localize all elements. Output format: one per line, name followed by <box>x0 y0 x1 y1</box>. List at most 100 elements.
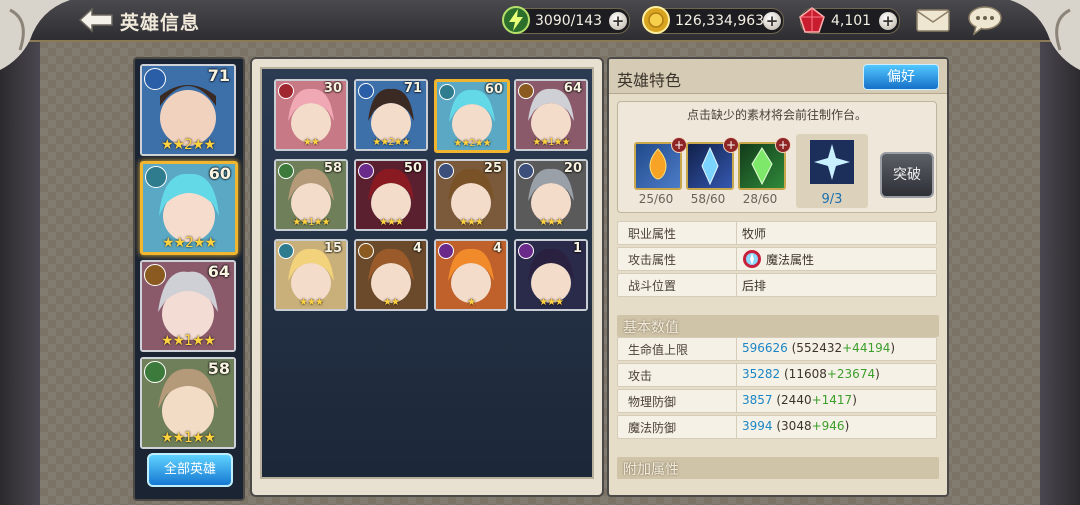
assassin-class-icon <box>438 243 454 259</box>
archer-class-icon <box>144 68 166 90</box>
limit-break-button[interactable]: 突破 <box>880 152 934 198</box>
stat-key: 攻击 <box>628 369 653 383</box>
hero-grid-card[interactable]: 50 ★★★ <box>354 159 428 231</box>
archer-class-icon <box>358 83 374 99</box>
attribute-value: 后排 <box>742 279 767 293</box>
corner-ornament-icon <box>0 0 70 70</box>
stat-base: (11608 <box>780 367 827 381</box>
nature-crystal-material[interactable]: + <box>738 137 791 190</box>
stat-total: 3994 <box>742 419 773 433</box>
ice-crystal-material[interactable]: + <box>686 137 739 190</box>
warrior-class-icon <box>144 264 166 286</box>
attribute-row: 攻击属性 魔法属性 <box>617 247 937 271</box>
hero-grid-card[interactable]: 64 ★★1★★ <box>514 79 588 151</box>
stat-row: 魔法防御 3994 (3048+946) <box>617 415 937 439</box>
attribute-row: 战斗位置 后排 <box>617 273 937 297</box>
hero-grid-card[interactable]: 25 ★★★ <box>434 159 508 231</box>
attribute-value: 魔法属性 <box>766 253 815 267</box>
add-material-button[interactable]: + <box>775 137 791 153</box>
hero-grid-card[interactable]: 1 ★★★ <box>514 239 588 311</box>
side-hero-card[interactable]: 64 ★★1★★ <box>140 260 236 352</box>
hero-grid-card[interactable]: 4 ★ <box>434 239 508 311</box>
support-class-icon <box>278 163 294 179</box>
stat-close: ) <box>844 419 850 433</box>
hero-grid-card-selected[interactable]: 60 ★★2★★ <box>434 79 510 153</box>
hero-stars: ★★★ <box>379 217 404 228</box>
hero-stars: ★★1★★ <box>292 217 330 228</box>
hammer-class-icon <box>278 83 294 99</box>
hero-level: 20 <box>563 161 582 176</box>
stat-bonus: +44194 <box>842 341 891 355</box>
lightning-icon <box>502 6 530 34</box>
hero-stars: ★★2★★ <box>453 138 491 149</box>
hero-grid-card[interactable]: 58 ★★1★★ <box>274 159 348 231</box>
side-hero-card[interactable]: 58 ★★1★★ <box>140 357 236 449</box>
hero-grid-card[interactable]: 20 ★★★ <box>514 159 588 231</box>
add-material-button[interactable]: + <box>723 137 739 153</box>
stat-row: 物理防御 3857 (2440+1417) <box>617 389 937 413</box>
stat-total: 35282 <box>742 367 781 381</box>
hero-stars: ★ <box>467 297 476 308</box>
hero-grid-card[interactable]: 30 ★★ <box>274 79 348 151</box>
stamina-counter: 3090/143 + <box>502 6 630 34</box>
detail-title: 英雄特色 <box>617 71 682 90</box>
hero-level: 64 <box>563 81 582 96</box>
material-count: 28/60 <box>742 192 778 206</box>
stat-key: 物理防御 <box>628 395 677 409</box>
stat-bonus: +23674 <box>826 367 876 381</box>
hero-grid-card[interactable]: 15 ★★★ <box>274 239 348 311</box>
detail-header: 英雄特色 偏好 <box>609 59 947 94</box>
fire-crystal-material[interactable]: + <box>634 137 687 190</box>
hero-stars: ★★2★★ <box>372 137 410 148</box>
hero-level: 60 <box>484 82 503 97</box>
hero-stars: ★★1★★ <box>160 430 216 446</box>
attribute-row: 职业属性 牧师 <box>617 221 937 245</box>
hero-side-list[interactable]: 71 ★★2★★ 60 ★★2★★ 64 ★★1★★ 58 ★★1★★ <box>133 57 245 501</box>
side-hero-card[interactable]: 71 ★★2★★ <box>140 64 236 156</box>
stat-key: 魔法防御 <box>628 421 677 435</box>
ruby-gem-icon <box>799 7 825 33</box>
side-hero-card-selected[interactable]: 60 ★★2★★ <box>140 161 238 255</box>
corner-ornament-icon <box>1010 0 1080 70</box>
attribute-key: 攻击属性 <box>628 253 677 267</box>
stat-base: (2440 <box>772 393 812 407</box>
add-material-button[interactable]: + <box>671 137 687 153</box>
hero-level: 71 <box>207 66 230 85</box>
extra-stats-section: 附加属性 <box>617 457 939 479</box>
hero-stars: ★★★ <box>539 217 564 228</box>
section-title: 基本数值 <box>623 320 679 336</box>
priest-class-icon <box>278 243 294 259</box>
preference-button[interactable]: 偏好 <box>863 64 939 90</box>
hero-grid-card[interactable]: 4 ★★ <box>354 239 428 311</box>
hero-grid[interactable]: 30 ★★ 71 ★★2★★ 60 ★★2★★ 64 ★★1★★ 58 ★★1★★ 50 ★★★ 25 ★… <box>260 67 594 479</box>
warrior-class-icon <box>358 243 374 259</box>
stat-key: 生命值上限 <box>628 343 689 357</box>
hero-level: 30 <box>323 81 342 96</box>
attribute-value: 牧师 <box>742 227 767 241</box>
support-class-icon <box>144 361 166 383</box>
tank-class-icon <box>518 163 534 179</box>
all-heroes-button[interactable]: 全部英雄 <box>147 453 233 487</box>
back-arrow-icon[interactable] <box>78 7 114 33</box>
stat-value: 3857 (2440+1417) <box>742 393 857 407</box>
stat-total: 596626 <box>742 341 788 355</box>
attribute-key: 职业属性 <box>628 227 677 241</box>
hero-level: 50 <box>403 161 422 176</box>
add-gems-button[interactable]: + <box>879 12 897 30</box>
stat-bonus: +1417 <box>811 393 853 407</box>
mail-icon[interactable] <box>914 4 952 36</box>
materials-box: 点击缺少的素材将会前往制作台。 + 25/60 + 58/60 + 28/60 … <box>617 101 937 213</box>
add-gold-button[interactable]: + <box>763 12 781 30</box>
stat-base: (552432 <box>787 341 843 355</box>
hero-level: 4 <box>412 241 422 256</box>
hero-grid-card[interactable]: 71 ★★2★★ <box>354 79 428 151</box>
hero-level: 60 <box>208 164 231 183</box>
chat-bubble-icon[interactable] <box>966 4 1004 36</box>
add-stamina-button[interactable]: + <box>609 12 627 30</box>
stat-bonus: +946 <box>811 419 845 433</box>
priest-class-icon <box>439 84 455 100</box>
priest-class-icon <box>145 166 167 188</box>
hero-stars: ★★★ <box>299 297 324 308</box>
stamina-value: 3090/143 <box>535 13 603 29</box>
stat-value: 35282 (11608+23674) <box>742 367 880 381</box>
